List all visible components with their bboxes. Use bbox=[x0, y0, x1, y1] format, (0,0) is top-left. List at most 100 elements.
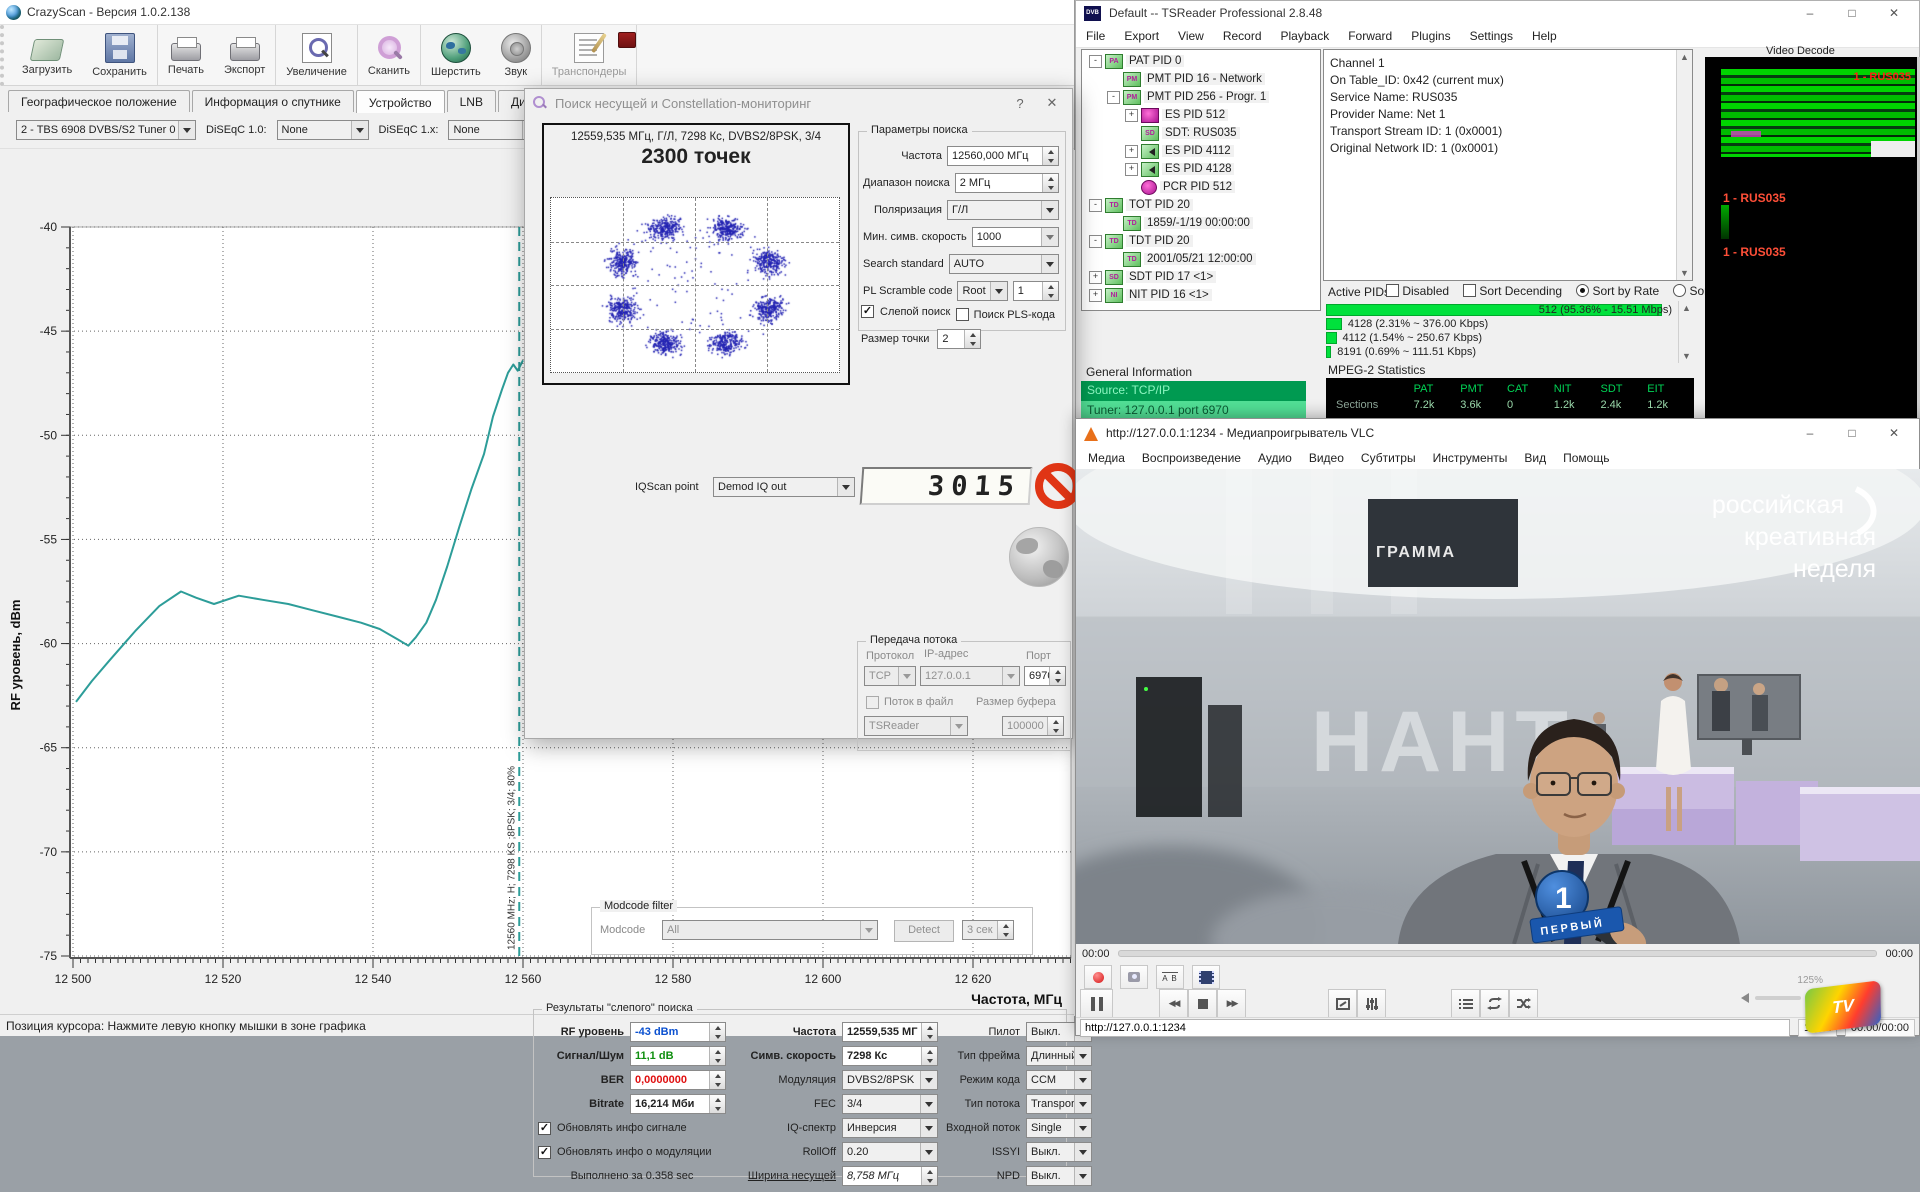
record-button[interactable] bbox=[1084, 965, 1112, 989]
tree-expander[interactable]: + bbox=[1089, 271, 1102, 284]
diseqc10-select[interactable]: None bbox=[277, 120, 369, 140]
tree-row[interactable]: + SD SDT PID 17 <1> bbox=[1082, 268, 1320, 286]
close-button[interactable]: ✕ bbox=[1877, 6, 1911, 20]
menu-item[interactable]: Субтитры bbox=[1361, 451, 1416, 465]
menu-item[interactable]: Plugins bbox=[1411, 29, 1450, 43]
seek-slider[interactable] bbox=[1118, 950, 1878, 957]
tab[interactable]: Информация о спутнике bbox=[192, 90, 354, 112]
tree-row[interactable]: TD 1859/-1/19 00:00:00 bbox=[1082, 214, 1320, 232]
bitrate-field[interactable]: 16,214 Мби bbox=[630, 1094, 726, 1114]
input-stream-select[interactable]: Single bbox=[1026, 1118, 1092, 1138]
frame-type-select[interactable]: Длинный bbox=[1026, 1046, 1092, 1066]
snr-field[interactable]: 11,1 dB bbox=[630, 1046, 726, 1066]
menu-item[interactable]: Playback bbox=[1281, 29, 1330, 43]
snapshot-button[interactable] bbox=[1120, 965, 1148, 989]
tab[interactable]: LNB bbox=[447, 90, 496, 112]
spinner[interactable] bbox=[1047, 717, 1063, 735]
dot-size-input[interactable]: 2 bbox=[937, 329, 981, 349]
search-range-input[interactable]: 2 МГц bbox=[955, 173, 1059, 193]
toolbar-button[interactable]: Печать bbox=[158, 25, 214, 85]
code-mode-select[interactable]: CCM bbox=[1026, 1070, 1092, 1090]
menu-item[interactable]: Help bbox=[1532, 29, 1557, 43]
carrier-width-label[interactable]: Ширина несущей bbox=[732, 1170, 836, 1182]
blind-search-checkbox[interactable] bbox=[861, 305, 874, 318]
menu-item[interactable]: Помощь bbox=[1563, 451, 1609, 465]
menu-item[interactable]: Инструменты bbox=[1433, 451, 1508, 465]
toolbar-button[interactable]: Увеличение bbox=[276, 25, 358, 85]
toolbar-button[interactable]: Сканить bbox=[358, 25, 421, 85]
ip-select[interactable]: 127.0.0.1 bbox=[920, 666, 1020, 686]
tree-row[interactable]: - TD TDT PID 20 bbox=[1082, 232, 1320, 250]
symrate-field[interactable]: 7298 Кс bbox=[842, 1046, 938, 1066]
close-button[interactable]: ✕ bbox=[1040, 95, 1064, 111]
menu-item[interactable]: Вид bbox=[1524, 451, 1546, 465]
tree-expander[interactable]: + bbox=[1125, 145, 1138, 158]
pid-bars-list[interactable]: 512 (95.36% - 15.51 Mbps) 4128 (2.31% ~ … bbox=[1326, 303, 1678, 359]
minimize-button[interactable]: – bbox=[1793, 6, 1827, 20]
ber-field[interactable]: 0,0000000 bbox=[630, 1070, 726, 1090]
detect-interval-input[interactable]: 3 сек bbox=[962, 920, 1014, 940]
tree-expander[interactable]: - bbox=[1089, 199, 1102, 212]
extended-settings-button[interactable] bbox=[1357, 989, 1386, 1018]
loop-button[interactable] bbox=[1480, 989, 1509, 1018]
tuner-select[interactable]: 2 - TBS 6908 DVBS/S2 Tuner 0 bbox=[16, 120, 196, 140]
tree-row[interactable]: + ES PID 4128 bbox=[1082, 160, 1320, 178]
pl-scramble-mode-select[interactable]: Root bbox=[957, 281, 1007, 301]
modcode-select[interactable]: All bbox=[662, 920, 878, 940]
volume-slider[interactable] bbox=[1755, 996, 1801, 1000]
tab[interactable]: Устройство bbox=[356, 90, 445, 113]
toolbar-button[interactable]: Экспорт bbox=[214, 25, 276, 85]
carrier-width-field[interactable]: 8,758 МГц bbox=[842, 1166, 938, 1186]
previous-button[interactable]: ◀◀ bbox=[1159, 989, 1188, 1018]
tree-row[interactable]: SD SDT: RUS035 bbox=[1082, 124, 1320, 142]
tree-expander[interactable]: - bbox=[1089, 55, 1102, 68]
pause-button[interactable] bbox=[1080, 989, 1113, 1018]
tree-row[interactable]: TD 2001/05/21 12:00:00 bbox=[1082, 250, 1320, 268]
spinner[interactable] bbox=[964, 330, 980, 348]
modulation-select[interactable]: DVBS2/8PSK bbox=[842, 1070, 938, 1090]
menu-item[interactable]: Аудио bbox=[1258, 451, 1292, 465]
disabled-checkbox[interactable] bbox=[1386, 284, 1399, 297]
pid-bar-row[interactable]: 4112 (1.54% ~ 250.67 Kbps) bbox=[1326, 331, 1678, 344]
menu-item[interactable]: Export bbox=[1124, 29, 1159, 43]
spinner[interactable] bbox=[1049, 667, 1065, 685]
shuffle-button[interactable] bbox=[1509, 989, 1538, 1018]
reader-select[interactable]: TSReader bbox=[864, 716, 968, 736]
toolbar-button[interactable]: Звук bbox=[491, 25, 542, 85]
transponder-log-icon[interactable] bbox=[618, 32, 636, 48]
tree-row[interactable]: - PA PAT PID 0 bbox=[1082, 52, 1320, 70]
tree-row[interactable]: + NI NIT PID 16 <1> bbox=[1082, 286, 1320, 304]
menu-item[interactable]: Forward bbox=[1348, 29, 1392, 43]
toolbar-button[interactable]: Сохранить bbox=[82, 25, 158, 85]
tree-row[interactable]: PCR PID 512 bbox=[1082, 178, 1320, 196]
pls-search-checkbox[interactable] bbox=[956, 308, 969, 321]
min-symrate-combo[interactable]: 1000 bbox=[972, 227, 1059, 247]
fec-select[interactable]: 3/4 bbox=[842, 1094, 938, 1114]
pid-bar-row[interactable]: 8191 (0.69% ~ 111.51 Kbps) bbox=[1326, 345, 1678, 358]
pl-scramble-value-input[interactable]: 1 bbox=[1013, 281, 1059, 301]
menu-item[interactable]: Медиа bbox=[1088, 451, 1125, 465]
buffer-size-input[interactable]: 100000 bbox=[1002, 716, 1064, 736]
pid-bar-row[interactable]: 512 (95.36% - 15.51 Mbps) bbox=[1326, 303, 1678, 316]
menu-item[interactable]: Воспроизведение bbox=[1142, 451, 1241, 465]
rolloff-select[interactable]: 0.20 bbox=[842, 1142, 938, 1162]
tree-row[interactable]: PM PMT PID 16 - Network bbox=[1082, 70, 1320, 88]
fullscreen-button[interactable] bbox=[1328, 989, 1357, 1018]
iqscan-select[interactable]: Demod IQ out bbox=[713, 477, 855, 497]
playlist-button[interactable] bbox=[1451, 989, 1480, 1018]
freq-input[interactable]: 12560,000 МГц bbox=[947, 146, 1059, 166]
tree-expander[interactable]: + bbox=[1125, 109, 1138, 122]
menu-item[interactable]: File bbox=[1086, 29, 1105, 43]
port-input[interactable]: 6970 bbox=[1024, 666, 1066, 686]
stream-type-select[interactable]: Transport bbox=[1026, 1094, 1092, 1114]
update-signal-checkbox[interactable] bbox=[538, 1122, 551, 1135]
spinner[interactable] bbox=[997, 921, 1013, 939]
maximize-button[interactable]: □ bbox=[1835, 426, 1869, 440]
rf-level-field[interactable]: -43 dBm bbox=[630, 1022, 726, 1042]
spinner[interactable] bbox=[1042, 174, 1058, 192]
result-freq-field[interactable]: 12559,535 МГ bbox=[842, 1022, 938, 1042]
tree-row[interactable]: + ES PID 512 bbox=[1082, 106, 1320, 124]
tree-expander[interactable]: - bbox=[1107, 91, 1120, 104]
next-button[interactable]: ▶▶ bbox=[1217, 989, 1246, 1018]
toolbar-button[interactable]: Шерстить bbox=[421, 25, 491, 85]
